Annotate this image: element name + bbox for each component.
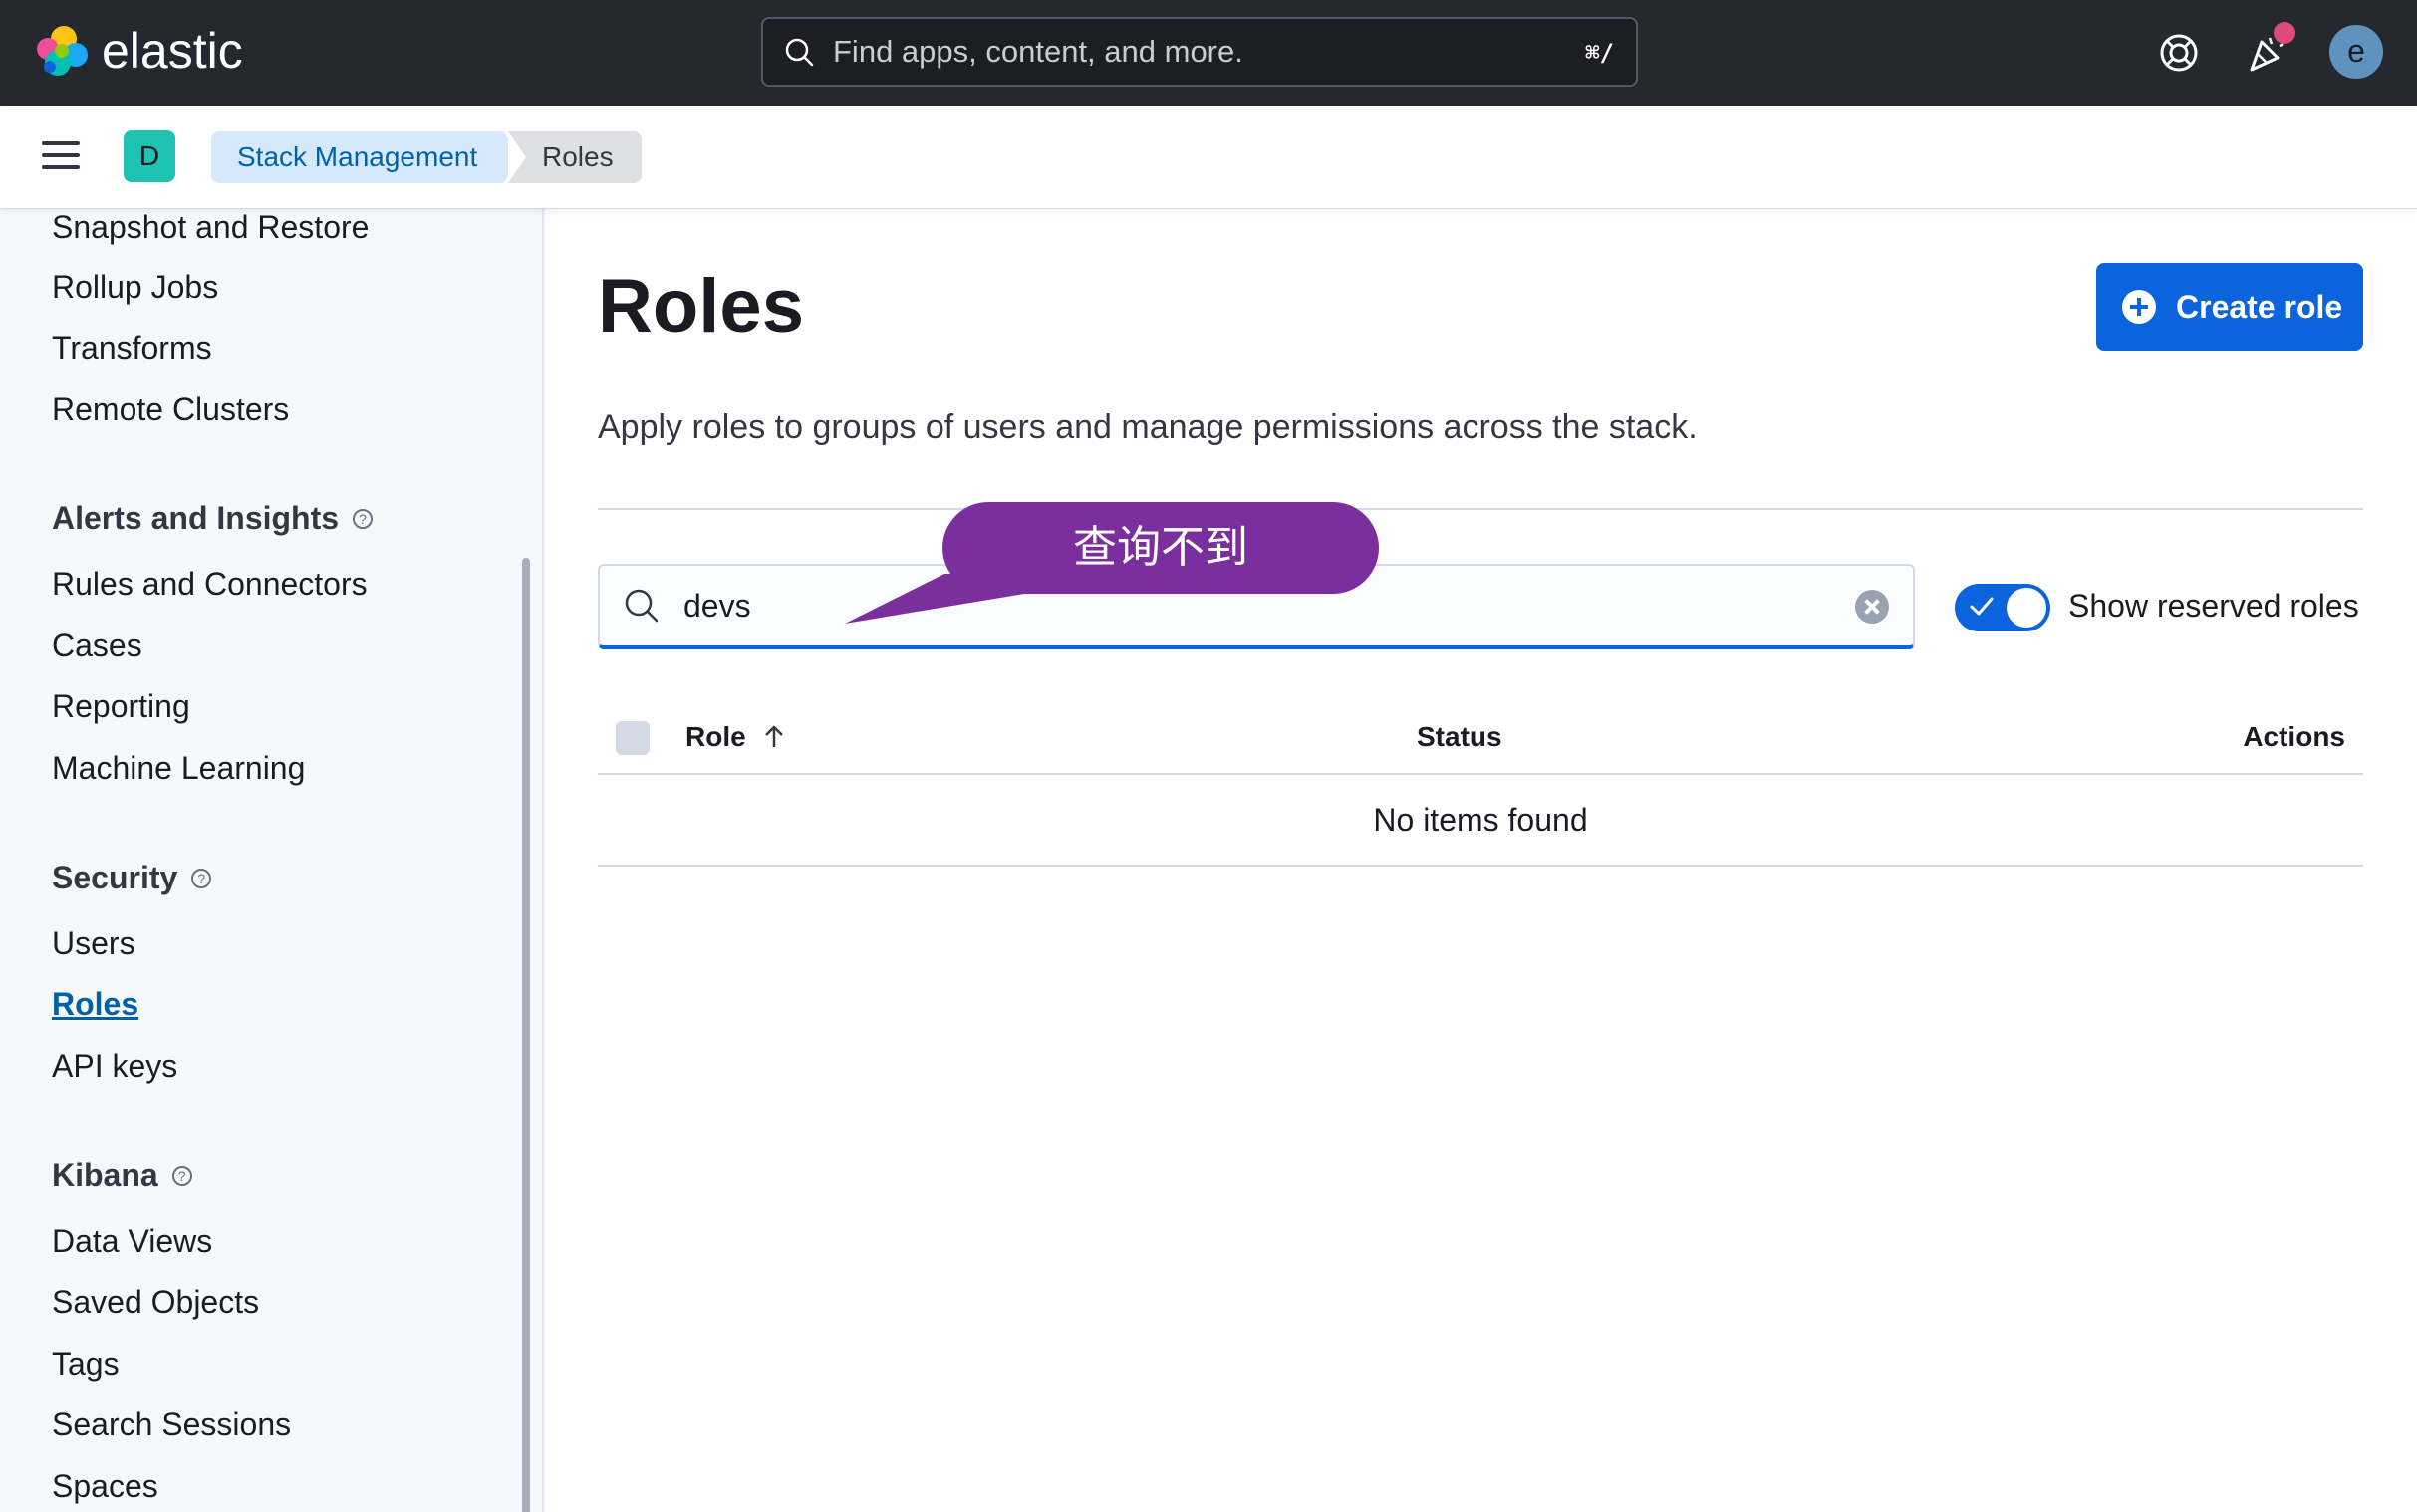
column-header-actions: Actions — [2243, 721, 2345, 753]
column-label: Role — [685, 721, 746, 753]
sidebar-group-alerts-insights: Alerts and Insights ? — [52, 500, 373, 537]
notification-dot — [2274, 22, 2295, 44]
sidebar-item-reporting[interactable]: Reporting — [52, 688, 190, 725]
help-lifebuoy-icon[interactable] — [2154, 28, 2204, 78]
search-shortcut: ⌘/ — [1585, 39, 1614, 67]
sidebar-item-search-sessions[interactable]: Search Sessions — [52, 1406, 291, 1443]
clear-search-icon[interactable] — [1855, 590, 1889, 624]
breadcrumb-roles: Roles — [508, 131, 642, 183]
search-icon — [622, 586, 662, 626]
column-header-status: Status — [1417, 721, 1502, 753]
header-divider — [598, 508, 2363, 510]
group-title: Security — [52, 860, 177, 896]
select-all-checkbox[interactable] — [616, 721, 650, 755]
sidebar-item-data-views[interactable]: Data Views — [52, 1223, 212, 1260]
question-icon: ? — [353, 509, 373, 529]
sidebar-item-rollup-jobs[interactable]: Rollup Jobs — [52, 269, 218, 306]
sort-ascending-icon — [760, 723, 788, 751]
breadcrumb-stack-management[interactable]: Stack Management — [211, 131, 503, 183]
search-icon — [781, 34, 817, 70]
group-title: Kibana — [52, 1157, 158, 1194]
sidebar-item-machine-learning[interactable]: Machine Learning — [52, 750, 305, 787]
column-header-role[interactable]: Role — [685, 721, 788, 753]
management-sidebar: Snapshot and Restore Rollup Jobs Transfo… — [0, 209, 544, 1512]
sidebar-item-transforms[interactable]: Transforms — [52, 330, 212, 367]
sidebar-group-kibana: Kibana ? — [52, 1157, 192, 1194]
table-empty-message: No items found — [598, 777, 2363, 867]
show-reserved-roles-label[interactable]: Show reserved roles — [2068, 588, 2359, 625]
page-description: Apply roles to groups of users and manag… — [598, 408, 1698, 447]
sidebar-item-snapshot-restore[interactable]: Snapshot and Restore — [52, 209, 369, 246]
question-icon: ? — [172, 1166, 192, 1186]
sidebar-item-saved-objects[interactable]: Saved Objects — [52, 1284, 259, 1321]
create-role-button[interactable]: Create role — [2096, 263, 2363, 351]
create-role-label: Create role — [2176, 289, 2342, 326]
roles-table-header: Role Status Actions — [598, 701, 2363, 775]
switch-knob — [2005, 586, 2048, 630]
main-content: Roles Create role Apply roles to groups … — [546, 209, 2417, 1512]
global-search-placeholder: Find apps, content, and more. — [833, 34, 1243, 70]
global-search-input[interactable]: Find apps, content, and more. ⌘/ — [761, 17, 1638, 87]
sidebar-item-roles[interactable]: Roles — [52, 986, 138, 1023]
logo-text: elastic — [102, 22, 243, 80]
sidebar-scrollbar[interactable] — [522, 558, 530, 1512]
sidebar-item-users[interactable]: Users — [52, 925, 135, 962]
breadcrumb-bar: D Stack Management Roles — [0, 106, 2417, 209]
elastic-logo-icon — [34, 23, 90, 79]
page-title: Roles — [598, 263, 804, 350]
check-icon — [1969, 594, 1995, 620]
user-avatar[interactable]: e — [2329, 25, 2383, 79]
sidebar-group-security: Security ? — [52, 860, 211, 896]
sidebar-item-remote-clusters[interactable]: Remote Clusters — [52, 391, 289, 428]
top-header: elastic Find apps, content, and more. ⌘/… — [0, 0, 2417, 106]
sidebar-item-cases[interactable]: Cases — [52, 628, 142, 664]
sidebar-item-spaces[interactable]: Spaces — [52, 1468, 158, 1505]
question-icon: ? — [191, 869, 211, 888]
annotation-callout: 查询不到 — [942, 502, 1379, 594]
space-avatar[interactable]: D — [124, 130, 175, 182]
menu-toggle-icon[interactable] — [42, 141, 80, 173]
plus-circle-icon — [2122, 290, 2156, 324]
show-reserved-roles-switch[interactable] — [1955, 584, 2050, 631]
elastic-logo[interactable]: elastic — [34, 22, 243, 80]
sidebar-item-api-keys[interactable]: API keys — [52, 1048, 177, 1085]
role-search-value: devs — [683, 588, 751, 625]
sidebar-item-tags[interactable]: Tags — [52, 1346, 120, 1383]
group-title: Alerts and Insights — [52, 500, 339, 537]
sidebar-item-rules-connectors[interactable]: Rules and Connectors — [52, 566, 368, 603]
